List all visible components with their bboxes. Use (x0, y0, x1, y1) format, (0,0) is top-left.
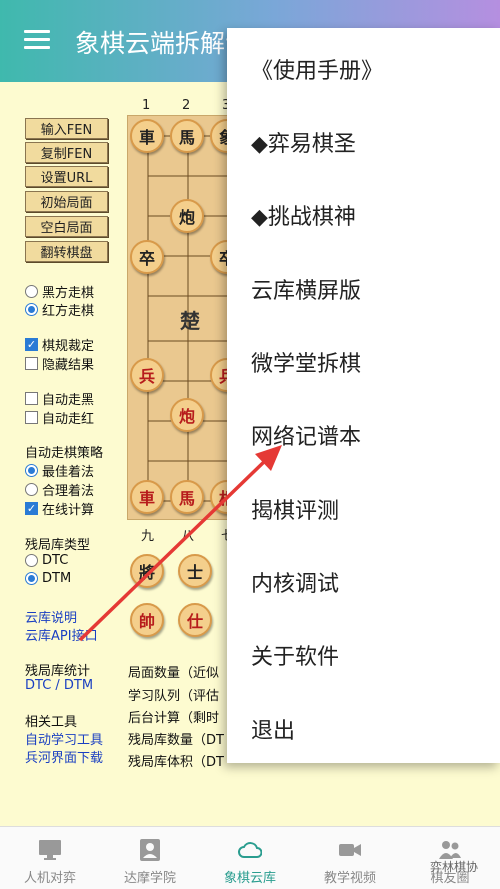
online-calc-checkbox[interactable]: ✓ 在线计算 (25, 499, 94, 518)
copy-fen-button[interactable]: 复制FEN (25, 142, 108, 163)
stat-line: 学习队列（评估 (128, 689, 220, 704)
checkbox-icon (25, 411, 38, 424)
contact-card-icon (140, 839, 160, 861)
auto-black-checkbox[interactable]: 自动走黑 (25, 389, 94, 408)
initial-position-button[interactable]: 初始局面 (25, 191, 108, 212)
nav-item-academy[interactable]: 达摩学院 (100, 827, 200, 889)
radio-icon (25, 285, 38, 298)
auto-red-checkbox[interactable]: 自动走红 (25, 408, 94, 427)
dtc-dtm-link[interactable]: DTC / DTM (25, 678, 93, 693)
radio-selected-icon (25, 303, 38, 316)
stat-line: 后台计算（剩时 (128, 711, 220, 726)
menu-item-engine-debug[interactable]: 内核调试 (251, 566, 339, 598)
checkmark-icon: ✓ (25, 502, 38, 515)
menu-item-landscape[interactable]: 云库横屏版 (251, 273, 361, 305)
watermark-text: 弈林棋协 (430, 860, 479, 874)
menu-item-challenge-qishen[interactable]: ◆挑战棋神 (251, 199, 356, 231)
cloud-icon (238, 842, 262, 858)
best-move-radio[interactable]: 最佳着法 (25, 461, 94, 480)
menu-item-jieqi[interactable]: 揭棋评测 (251, 493, 339, 525)
chess-piece[interactable]: 馬 (170, 119, 204, 153)
menu-item-yiyi-qisheng[interactable]: ◆弈易棋圣 (251, 126, 356, 158)
chess-piece[interactable]: 炮 (170, 398, 204, 432)
endgame-stats-title: 残局库统计 (25, 664, 91, 679)
checkmark-icon: ✓ (25, 338, 38, 351)
captured-piece[interactable]: 帥 (130, 603, 164, 637)
column-number: 八 (181, 529, 195, 544)
nav-item-cloud-library[interactable]: 象棋云库 (200, 827, 300, 889)
dtc-radio[interactable]: DTC (25, 553, 68, 568)
chess-piece[interactable]: 炮 (170, 199, 204, 233)
overflow-menu: 《使用手册》 ◆弈易棋圣 ◆挑战棋神 云库横屏版 微学堂拆棋 网络记谱本 揭棋评… (227, 28, 500, 763)
bhm-download-link[interactable]: 兵河界面下载 (25, 747, 103, 766)
monitor-icon (39, 840, 61, 860)
strategy-title: 自动走棋策略 (25, 446, 104, 461)
captured-piece[interactable]: 士 (178, 554, 212, 588)
menu-item-manual[interactable]: 《使用手册》 (251, 53, 383, 85)
menu-item-micro-class[interactable]: 微学堂拆棋 (251, 346, 361, 378)
blank-position-button[interactable]: 空白局面 (25, 216, 108, 237)
chess-piece[interactable]: 車 (130, 480, 164, 514)
flip-board-button[interactable]: 翻转棋盘 (25, 241, 108, 262)
chess-piece[interactable]: 馬 (170, 480, 204, 514)
video-camera-icon (339, 844, 361, 856)
radio-selected-icon (25, 572, 38, 585)
menu-item-notation[interactable]: 网络记谱本 (251, 419, 361, 451)
chess-piece[interactable]: 卒 (130, 240, 164, 274)
captured-piece[interactable]: 將 (130, 554, 164, 588)
river-label: 楚 (180, 309, 200, 333)
radio-icon (25, 483, 38, 496)
bottom-navigation: 人机对弈 达摩学院 象棋云库 教学视频 棋友圈 (0, 826, 500, 889)
column-number: 1 (142, 98, 151, 113)
checkbox-icon (25, 357, 38, 370)
hide-result-checkbox[interactable]: 隐藏结果 (25, 354, 94, 373)
chess-piece[interactable]: 車 (130, 119, 164, 153)
menu-icon[interactable] (24, 30, 50, 50)
dtm-radio[interactable]: DTM (25, 571, 71, 586)
stat-line: 残局库体积（DT (128, 755, 224, 770)
endgame-type-title: 残局库类型 (25, 538, 91, 553)
menu-item-exit[interactable]: 退出 (251, 713, 295, 745)
column-number: 2 (182, 98, 191, 113)
menu-item-about[interactable]: 关于软件 (251, 639, 339, 671)
nav-item-vs-computer[interactable]: 人机对弈 (0, 827, 100, 889)
column-number: 九 (141, 529, 155, 544)
reasonable-move-radio[interactable]: 合理着法 (25, 480, 94, 499)
set-url-button[interactable]: 设置URL (25, 166, 108, 187)
black-move-radio[interactable]: 黑方走棋 (25, 282, 94, 301)
radio-icon (25, 554, 38, 567)
stat-line: 局面数量（近似 (128, 666, 220, 681)
cloud-desc-link[interactable]: 云库说明 (25, 607, 77, 626)
rule-judge-checkbox[interactable]: ✓ 棋规裁定 (25, 335, 94, 354)
chess-piece[interactable]: 兵 (130, 358, 164, 392)
red-move-radio[interactable]: 红方走棋 (25, 300, 94, 319)
cloud-api-link[interactable]: 云库API接口 (25, 625, 98, 644)
app-title: 象棋云端拆解专 (75, 29, 251, 58)
tools-title: 相关工具 (25, 715, 78, 730)
stat-line: 残局库数量（DT (128, 733, 224, 748)
checkbox-icon (25, 392, 38, 405)
nav-item-videos[interactable]: 教学视频 (300, 827, 400, 889)
captured-piece[interactable]: 仕 (178, 603, 212, 637)
radio-selected-icon (25, 464, 38, 477)
auto-learn-link[interactable]: 自动学习工具 (25, 729, 103, 748)
input-fen-button[interactable]: 输入FEN (25, 118, 108, 139)
